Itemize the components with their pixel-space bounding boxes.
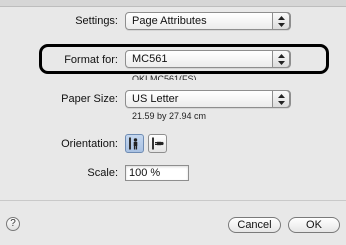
paper-size-popup[interactable]: US Letter xyxy=(125,90,291,108)
landscape-person-icon xyxy=(152,137,164,150)
paper-size-label: Paper Size: xyxy=(61,93,118,105)
help-icon[interactable]: ? xyxy=(6,217,20,231)
up-down-arrows-icon xyxy=(272,90,290,108)
settings-value: Page Attributes xyxy=(132,15,207,27)
orientation-label: Orientation: xyxy=(61,138,118,150)
up-down-arrows-icon xyxy=(272,12,290,30)
dialog-top-edge xyxy=(0,0,346,7)
footer-divider xyxy=(0,200,346,201)
scale-field[interactable] xyxy=(125,165,189,181)
format-subtitle: OKI MC561(FS) xyxy=(132,74,197,80)
orientation-portrait-button[interactable] xyxy=(125,134,144,153)
portrait-person-icon xyxy=(129,137,138,150)
paper-dimensions: 21.59 by 27.94 cm xyxy=(132,111,207,121)
orientation-landscape-button[interactable] xyxy=(148,134,167,153)
settings-popup[interactable]: Page Attributes xyxy=(125,12,291,30)
scale-label: Scale: xyxy=(87,167,118,179)
settings-label: Settings: xyxy=(75,15,118,27)
format-popup[interactable]: MC561 xyxy=(125,50,291,68)
format-value: MC561 xyxy=(132,53,168,65)
format-label: Format for: xyxy=(64,54,118,66)
paper-size-value: US Letter xyxy=(132,93,179,105)
up-down-arrows-icon xyxy=(272,50,290,68)
cancel-button[interactable]: Cancel xyxy=(228,217,281,233)
ok-button[interactable]: OK xyxy=(288,217,340,233)
